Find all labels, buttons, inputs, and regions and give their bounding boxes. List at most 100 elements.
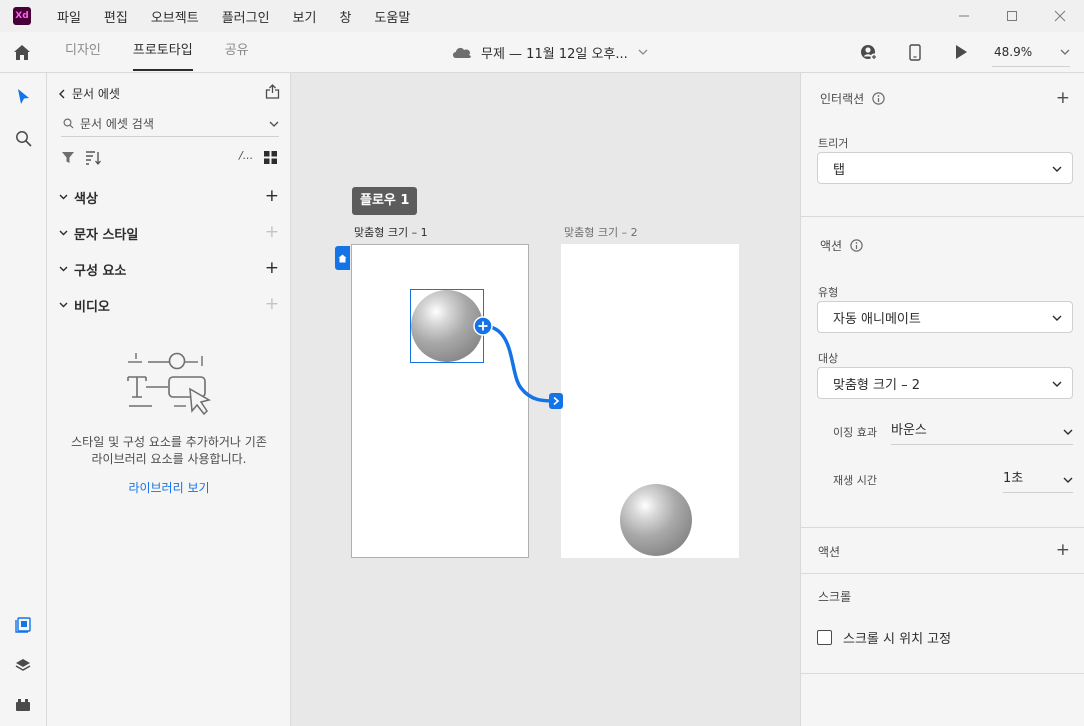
fix-position-checkbox[interactable] [817,630,832,645]
divider [801,527,1084,528]
add-interaction-button[interactable]: + [1056,89,1070,107]
preview-play-button[interactable] [946,37,976,67]
add-character-style-button[interactable]: + [265,223,279,241]
easing-select[interactable]: 바운스 [891,419,1073,445]
zoom-select[interactable]: 48.9% [992,37,1070,67]
artboard-1-title[interactable]: 맞춤형 크기 – 1 [354,224,428,240]
filter-icon[interactable] [61,151,75,164]
assets-back-button[interactable]: 문서 에셋 [58,85,120,102]
action-title: 액션 [820,239,843,253]
mobile-icon [909,43,921,61]
scroll-title: 스크롤 [818,590,852,604]
destination-select[interactable]: 맞춤형 크기 – 2 [817,367,1073,399]
flow-home-marker[interactable] [335,246,350,270]
sort-icon[interactable] [85,150,101,165]
plugins-button[interactable] [0,687,46,723]
duration-select[interactable]: 1초 [1003,467,1073,493]
tool-rail [0,73,47,726]
add-video-button[interactable]: + [265,295,279,313]
wire-target-arrow[interactable] [549,393,563,409]
chevron-down-icon[interactable] [269,121,279,127]
info-icon[interactable] [872,92,885,105]
chevron-down-icon [1052,381,1062,387]
menu-object[interactable]: 오브젝트 [151,7,199,26]
play-icon [956,45,967,59]
zoom-tool-button[interactable] [0,120,46,156]
document-title[interactable]: 무제 — 11월 12일 오후... [451,32,648,72]
menu-plugins[interactable]: 플러그인 [222,7,270,26]
add-user-icon [861,44,878,60]
easing-value: 바운스 [891,423,927,438]
easing-row: 이징 효과 바운스 [833,419,1073,445]
maximize-button[interactable] [988,0,1036,32]
info-icon[interactable] [850,239,863,252]
section-character-styles-label: 문자 스타일 [74,227,139,243]
chevron-down-icon [59,266,68,272]
section-components[interactable]: 구성 요소 + [59,259,279,279]
share-upload-icon [265,84,280,99]
chevron-down-icon [1063,477,1073,483]
assets-title: 문서 에셋 [72,87,120,101]
canvas[interactable]: 플로우 1 맞춤형 크기 – 1 맞춤형 크기 – 2 [291,73,800,726]
artboard-2[interactable] [561,244,739,558]
action2-title: 액션 [818,545,841,559]
window-controls [940,0,1084,32]
export-assets-button[interactable] [265,84,280,102]
grid-view-icon[interactable] [264,151,277,164]
chevron-left-icon [59,89,65,98]
menu-edit[interactable]: 편집 [104,7,128,26]
artboard-1[interactable] [351,244,529,558]
action-type-value: 자동 애니메이트 [833,311,921,327]
menu-help[interactable]: 도움말 [374,7,410,26]
chevron-down-icon [1052,315,1062,321]
zoom-value: 48.9% [994,44,1033,59]
add-component-button[interactable]: + [265,259,279,277]
sphere-shape-2[interactable] [620,484,692,556]
menu-view[interactable]: 보기 [293,7,317,26]
chevron-down-icon [1052,166,1062,172]
document-title-text: 무제 — 11월 12일 오후... [481,46,628,62]
tab-design[interactable]: 디자인 [65,32,101,72]
easing-label: 이징 효과 [833,426,877,439]
divider [801,573,1084,574]
add-action-button[interactable]: + [1056,541,1070,559]
document-assets-button[interactable] [0,607,46,643]
share-user-button[interactable] [854,37,884,67]
section-character-styles[interactable]: 문자 스타일 + [59,223,279,243]
section-colors[interactable]: 색상 + [59,187,279,207]
minimize-button[interactable] [940,0,988,32]
duration-value: 1초 [1003,471,1024,486]
asset-search-input[interactable] [80,116,260,131]
list-view-toggle[interactable]: /... [239,149,253,162]
close-button[interactable] [1036,0,1084,32]
device-preview-button[interactable] [900,37,930,67]
asset-search-field [61,111,279,137]
add-interaction-handle[interactable] [473,316,493,336]
action-type-select[interactable]: 자동 애니메이트 [817,301,1073,333]
add-color-button[interactable]: + [265,187,279,205]
assets-panel: 문서 에셋 /... 색상 + 문자 스타일 + 구성 요소 + 비디오 + [47,73,291,726]
section-video[interactable]: 비디오 + [59,295,279,315]
menu-window[interactable]: 창 [339,7,351,26]
chevron-down-icon [59,302,68,308]
artboard-2-title[interactable]: 맞춤형 크기 – 2 [564,224,638,240]
tab-share[interactable]: 공유 [225,32,249,72]
view-libraries-link[interactable]: 라이브러리 보기 [57,479,281,496]
home-button[interactable] [0,32,44,72]
flow-label[interactable]: 플로우 1 [352,187,418,215]
duration-label: 재생 시간 [833,474,877,487]
assets-icon [15,617,31,633]
home-icon [338,254,347,262]
fix-position-row[interactable]: 스크롤 시 위치 고정 [817,628,951,647]
menu-file[interactable]: 파일 [57,7,81,26]
fix-position-label: 스크롤 시 위치 고정 [843,632,952,647]
empty-assets-line-2: 라이브러리 요소를 사용합니다. [91,452,247,466]
section-video-label: 비디오 [74,299,110,315]
layers-button[interactable] [0,647,46,683]
tab-prototype[interactable]: 프로토타입 [132,32,193,72]
plugin-icon [16,699,30,711]
search-icon [63,118,74,129]
chevron-down-icon [59,194,68,200]
trigger-select[interactable]: 탭 [817,152,1073,184]
select-tool-button[interactable] [0,79,46,115]
